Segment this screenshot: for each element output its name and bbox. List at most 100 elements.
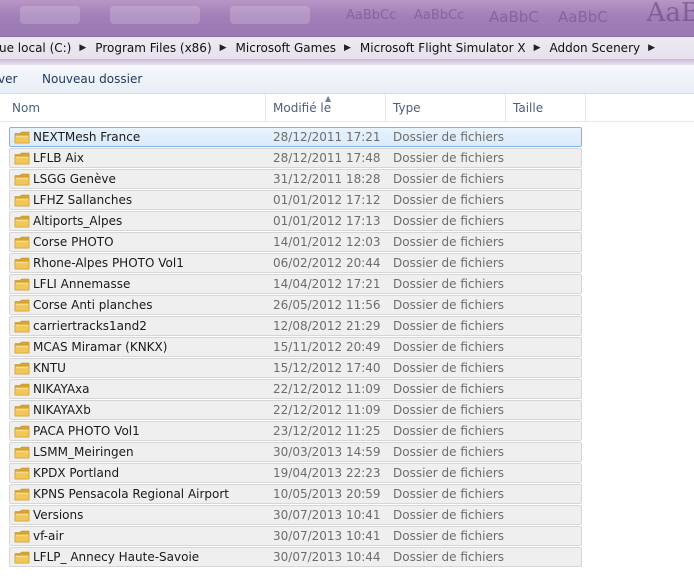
file-date: 14/01/2012 12:03: [273, 235, 381, 249]
file-date: 19/04/2013 22:23: [273, 466, 381, 480]
folder-icon: [14, 257, 30, 270]
table-row[interactable]: Corse Anti planches 26/05/2012 11:56 Dossi…: [9, 295, 582, 315]
breadcrumb-label: ue local (C:): [0, 41, 72, 55]
folder-icon: [14, 173, 30, 186]
file-date: 31/12/2011 18:28: [273, 172, 381, 186]
table-row[interactable]: LFHZ Sallanches 01/01/2012 17:12 Dossier d…: [9, 190, 582, 210]
folder-icon: [14, 299, 30, 312]
file-date: 15/12/2012 17:40: [273, 361, 381, 375]
table-row[interactable]: Corse PHOTO 14/01/2012 12:03 Dossier de fi…: [9, 232, 582, 252]
folder-icon: [14, 341, 30, 354]
breadcrumb-label: Microsoft Flight Simulator X: [359, 41, 526, 55]
chevron-right-icon[interactable]: ▶: [534, 43, 541, 53]
table-row[interactable]: MCAS Miramar (KNKX) 15/11/2012 20:49 Dossi…: [9, 337, 582, 357]
file-type: Dossier de fichiers: [393, 298, 505, 312]
table-row[interactable]: NEXTMesh France 28/12/2011 17:21 Dossier d…: [9, 127, 582, 147]
table-row[interactable]: KPNS Pensacola Regional Airport 10/05/201…: [9, 484, 582, 504]
table-row[interactable]: NIKAYAXb 22/12/2012 11:09 Dossier de fichi…: [9, 400, 582, 420]
titlebar-blur: [110, 6, 200, 24]
folder-icon: [14, 131, 30, 144]
window-titlebar: AaBbCc AaBbCc AaBbC AaBbC AaB: [0, 0, 694, 36]
breadcrumb-item[interactable]: Microsoft Flight Simulator X ▶: [360, 41, 550, 55]
table-row[interactable]: LSMM_Meiringen 30/03/2013 14:59 Dossier de…: [9, 442, 582, 462]
chevron-right-icon[interactable]: ▶: [648, 43, 655, 53]
file-name: LFLB Aix: [33, 151, 84, 165]
table-row[interactable]: Versions 30/07/2013 10:41 Dossier de fichi…: [9, 505, 582, 525]
folder-icon: [14, 362, 30, 375]
folder-icon: [14, 383, 30, 396]
breadcrumb[interactable]: ue local (C:) ▶ Program Files (x86) ▶ Micros…: [0, 36, 694, 60]
file-date: 30/03/2013 14:59: [273, 445, 381, 459]
new-folder-button[interactable]: Nouveau dossier: [42, 72, 142, 86]
table-row[interactable]: vf-air 30/07/2013 10:41 Dossier de fichier…: [9, 526, 582, 546]
toolbar-partial-button[interactable]: ver: [0, 72, 17, 86]
file-name: Corse PHOTO: [33, 235, 114, 249]
file-name: LFHZ Sallanches: [33, 193, 133, 207]
table-row[interactable]: Altiports_Alpes 01/01/2012 17:13 Dossier d…: [9, 211, 582, 231]
column-headers: Nom Modifié le ▲ Type Taille: [0, 94, 694, 122]
table-row[interactable]: LFLI Annemasse 14/04/2012 17:21 Dossier de…: [9, 274, 582, 294]
file-date: 30/07/2013 10:41: [273, 508, 381, 522]
file-name: KNTU: [33, 361, 66, 375]
folder-icon: [14, 320, 30, 333]
table-row[interactable]: LFLB Aix 28/12/2011 17:48 Dossier de fichi…: [9, 148, 582, 168]
table-row[interactable]: PACA PHOTO Vol1 23/12/2012 11:25 Dossier d…: [9, 421, 582, 441]
file-date: 14/04/2012 17:21: [273, 277, 381, 291]
folder-icon: [14, 404, 30, 417]
file-type: Dossier de fichiers: [393, 214, 505, 228]
file-name: Altiports_Alpes: [33, 214, 123, 228]
file-type: Dossier de fichiers: [393, 403, 505, 417]
file-name: LFLI Annemasse: [33, 277, 131, 291]
table-row[interactable]: LSGG Genève 31/12/2011 18:28 Dossier de fi…: [9, 169, 582, 189]
column-header-size[interactable]: Taille: [506, 94, 586, 121]
column-header-type[interactable]: Type: [386, 94, 506, 121]
breadcrumb-item[interactable]: Microsoft Games ▶: [236, 41, 360, 55]
file-type: Dossier de fichiers: [393, 172, 505, 186]
folder-icon: [14, 509, 30, 522]
chevron-right-icon[interactable]: ▶: [344, 43, 351, 53]
breadcrumb-item[interactable]: Addon Scenery ▶: [549, 41, 664, 55]
titlebar-blur: [230, 6, 310, 24]
titlebar-style-text: AaBbCc: [346, 8, 397, 23]
table-row[interactable]: Rhone-Alpes PHOTO Vol1 06/02/2012 20:44 Do…: [9, 253, 582, 273]
chevron-right-icon[interactable]: ▶: [220, 43, 227, 53]
breadcrumb-label: Addon Scenery: [549, 41, 641, 55]
file-type: Dossier de fichiers: [393, 487, 505, 501]
folder-icon: [14, 152, 30, 165]
folder-icon: [14, 467, 30, 480]
table-row[interactable]: LFLP_ Annecy Haute-Savoie 30/07/2013 10:4…: [9, 547, 582, 567]
table-row[interactable]: KPDX Portland 19/04/2013 22:23 Dossier de …: [9, 463, 582, 483]
breadcrumb-item[interactable]: ue local (C:) ▶: [0, 41, 95, 55]
file-name: LFLP_ Annecy Haute-Savoie: [33, 550, 200, 564]
file-name: KPNS Pensacola Regional Airport: [33, 487, 230, 501]
titlebar-style-text: AaBbC: [558, 8, 608, 26]
column-header-name[interactable]: Nom: [0, 94, 266, 121]
file-name: KPDX Portland: [33, 466, 120, 480]
file-type: Dossier de fichiers: [393, 151, 505, 165]
file-type: Dossier de fichiers: [393, 361, 505, 375]
file-name: vf-air: [33, 529, 64, 543]
file-date: 06/02/2012 20:44: [273, 256, 381, 270]
file-type: Dossier de fichiers: [393, 508, 505, 522]
folder-icon: [14, 278, 30, 291]
file-type: Dossier de fichiers: [393, 130, 505, 144]
file-date: 22/12/2012 11:09: [273, 403, 381, 417]
folder-icon: [14, 446, 30, 459]
file-name: NIKAYAxa: [33, 382, 90, 396]
titlebar-style-text: AaBbC: [489, 8, 539, 26]
file-type: Dossier de fichiers: [393, 382, 505, 396]
titlebar-style-text: AaB: [646, 0, 694, 28]
file-date: 30/07/2013 10:44: [273, 550, 381, 564]
titlebar-style-text: AaBbCc: [414, 8, 465, 23]
table-row[interactable]: NIKAYAxa 22/12/2012 11:09 Dossier de fichi…: [9, 379, 582, 399]
chevron-right-icon[interactable]: ▶: [79, 43, 86, 53]
sort-ascending-icon: ▲: [325, 94, 332, 103]
file-name: NEXTMesh France: [33, 130, 141, 144]
file-type: Dossier de fichiers: [393, 319, 505, 333]
table-row[interactable]: carriertracks1and2 12/08/2012 21:29 Dossie…: [9, 316, 582, 336]
file-date: 28/12/2011 17:21: [273, 130, 381, 144]
file-name: LSMM_Meiringen: [33, 445, 134, 459]
breadcrumb-item[interactable]: Program Files (x86) ▶: [95, 41, 235, 55]
file-date: 22/12/2012 11:09: [273, 382, 381, 396]
table-row[interactable]: KNTU 15/12/2012 17:40 Dossier de fichiers: [9, 358, 582, 378]
